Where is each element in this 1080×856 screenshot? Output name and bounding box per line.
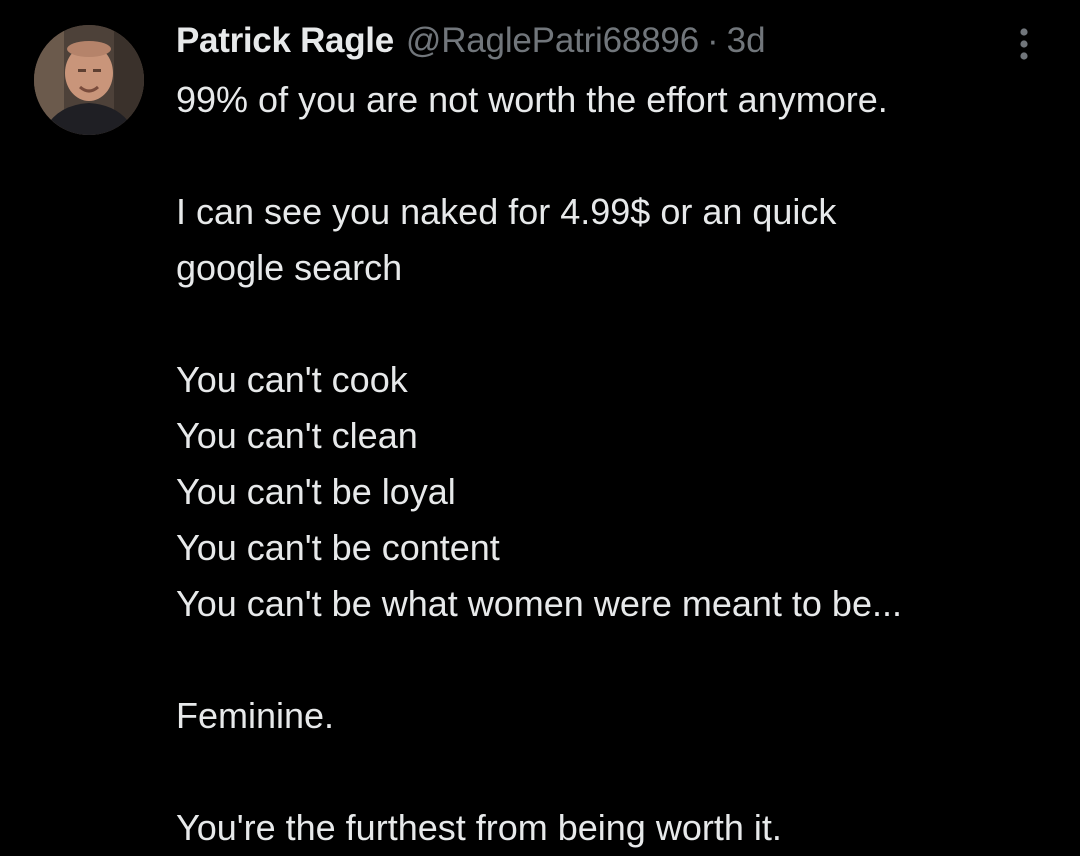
tweet-text: 99% of you are not worth the effort anym… [176, 72, 1056, 856]
tweet-text-line: You can't cook [176, 359, 408, 400]
author-name[interactable]: Patrick Ragle [176, 16, 394, 66]
tweet-text-line: Feminine. [176, 695, 335, 736]
tweet-text-line: You can't be loyal [176, 471, 456, 512]
tweet-text-line: 99% of you are not worth the effort anym… [176, 79, 888, 120]
tweet-text-line: You're the furthest from being worth it. [176, 807, 782, 848]
separator-dot: · [706, 21, 719, 60]
tweet[interactable]: Patrick Ragle @RaglePatri68896 · 3d 99% … [0, 0, 1080, 856]
profile-photo-icon [34, 25, 144, 135]
tweet-text-line: You can't clean [176, 415, 418, 456]
tweet-text-line: You can't be content [176, 527, 500, 568]
tweet-header: Patrick Ragle @RaglePatri68896 · 3d [176, 16, 766, 66]
timestamp[interactable]: 3d [727, 16, 766, 66]
more-vertical-icon [1020, 28, 1028, 60]
more-button[interactable] [1006, 22, 1042, 66]
avatar[interactable] [34, 25, 144, 135]
author-handle[interactable]: @RaglePatri68896 [406, 16, 699, 66]
tweet-text-line: google search [176, 247, 403, 288]
tweet-text-line: You can't be what women were meant to be… [176, 583, 902, 624]
tweet-text-line: I can see you naked for 4.99$ or an quic… [176, 191, 837, 232]
